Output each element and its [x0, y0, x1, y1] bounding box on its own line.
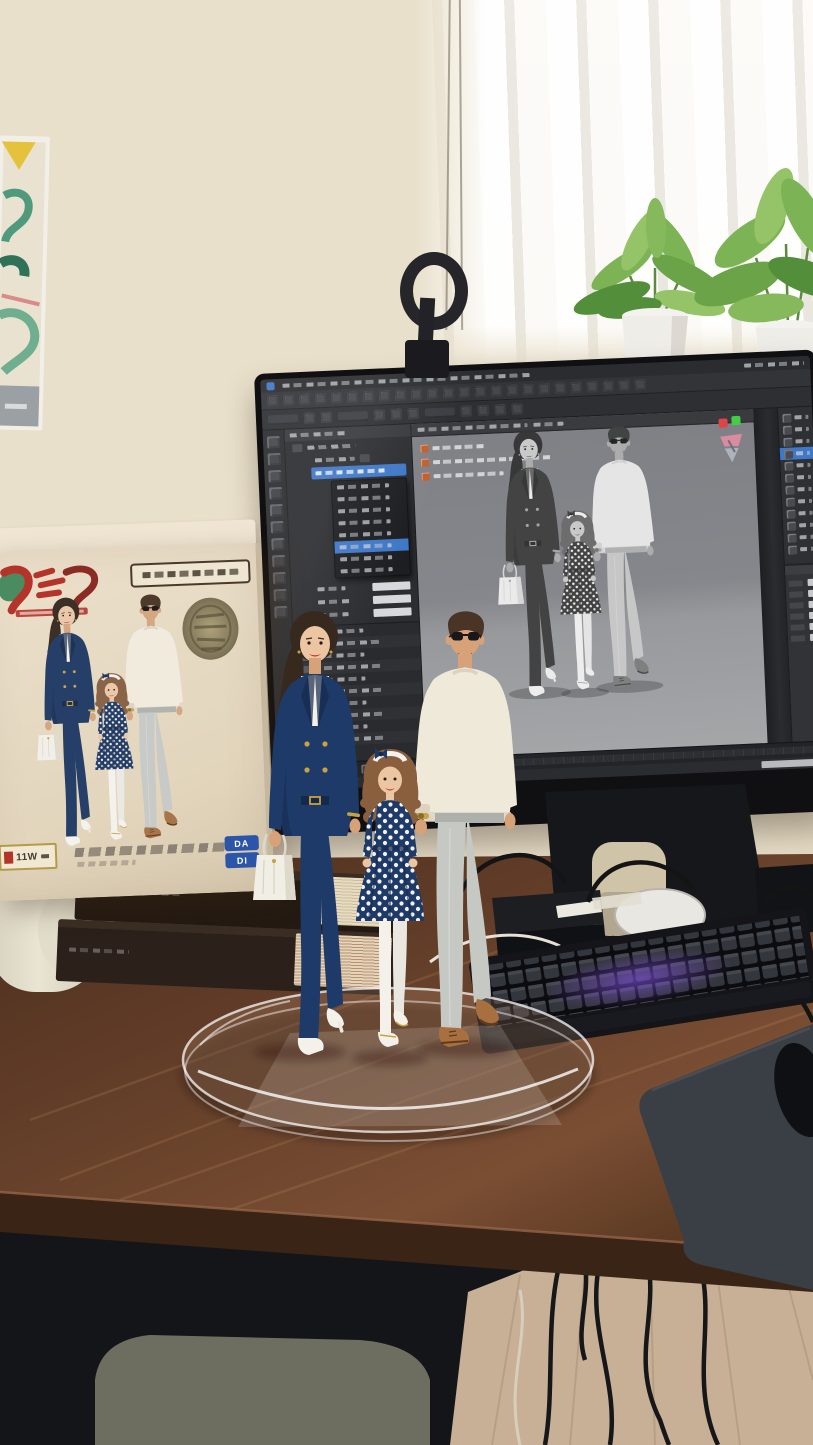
right-panel-row — [784, 543, 813, 556]
property-value — [808, 590, 813, 597]
chair — [95, 1335, 430, 1445]
panel-icon — [784, 449, 793, 458]
property-value — [807, 579, 813, 586]
toolbar-icon — [495, 404, 506, 415]
box-badge — [130, 559, 251, 588]
toolbar-icon — [363, 391, 374, 402]
monitor-hook-stem — [418, 298, 435, 345]
toolbar-icon — [427, 388, 438, 399]
toolbar-icon — [523, 384, 534, 395]
tool-options-chip — [338, 411, 368, 422]
toolbar-icon — [443, 387, 454, 398]
panel-icon — [782, 413, 791, 422]
sticker-text: 11W — [16, 851, 38, 863]
panel-icon — [785, 485, 794, 494]
tool-icon — [268, 470, 282, 483]
panel-icon — [786, 509, 795, 518]
gizmo-icon — [716, 432, 747, 467]
toolbar-icon — [331, 392, 342, 403]
axis-green-icon — [731, 416, 740, 425]
monitor-hook-base — [405, 340, 449, 378]
toolbar-icon — [512, 403, 523, 414]
toolbar-icon — [321, 412, 332, 423]
status-value — [761, 759, 813, 769]
wall-poster — [0, 135, 54, 434]
property-value — [809, 623, 813, 630]
tool-icon — [271, 538, 285, 551]
toolbar-icon — [587, 381, 598, 392]
properties-header — [785, 565, 813, 575]
tool-icon — [269, 487, 283, 500]
window-title — [744, 360, 804, 367]
photo-desk-scene: 11W DA DI — [0, 0, 813, 1445]
app-icon — [266, 382, 274, 390]
toolbar-icon — [374, 409, 385, 420]
toolbar-icon — [619, 380, 630, 391]
toolbar-icon — [555, 382, 566, 393]
toolbar-icon — [267, 395, 278, 406]
toolbar-icon — [507, 385, 518, 396]
panel-icon — [788, 545, 797, 554]
property-value — [808, 601, 813, 608]
toolbar-icon — [315, 393, 326, 404]
tool-icon — [273, 572, 287, 585]
toolbar-icon — [571, 382, 582, 393]
dropdown-item — [335, 562, 409, 577]
toolbar-icon — [283, 394, 294, 405]
panel-icon — [784, 461, 793, 470]
panel-icon — [787, 521, 796, 530]
panel-icon — [786, 497, 795, 506]
tool-icon — [270, 521, 284, 534]
panel-icon — [787, 533, 796, 542]
toolbar-icon — [461, 406, 472, 417]
toolbar-icon — [379, 390, 390, 401]
toolbar-icon — [304, 412, 315, 423]
open-dropdown-menu — [331, 477, 411, 578]
panel-icon — [783, 425, 792, 434]
right-icon-list — [778, 411, 813, 556]
toolbar-icon — [395, 389, 406, 400]
sticker-mark — [4, 851, 13, 863]
tool-icon — [267, 453, 281, 466]
box-family-artwork — [17, 585, 206, 855]
book-spine-text — [69, 947, 129, 954]
box-caption-squiggle-2 — [77, 860, 135, 867]
property-row — [788, 631, 813, 643]
tool-icon — [267, 436, 281, 449]
tool-options-chip — [425, 407, 455, 418]
tool-options-chip — [268, 414, 298, 425]
toolbar-icon — [491, 385, 502, 396]
toolbar-icon — [603, 380, 614, 391]
toolbar-icon — [478, 405, 489, 416]
axis-red-icon — [718, 418, 727, 427]
panel-icon — [783, 437, 792, 446]
toolbar-icon — [475, 386, 486, 397]
tool-icon — [272, 555, 286, 568]
toolbar-icon — [408, 408, 419, 419]
miniature-family-figures — [228, 598, 548, 1068]
tool-icon — [270, 504, 284, 517]
toolbar-icon — [411, 389, 422, 400]
toolbar-icon — [539, 383, 550, 394]
toolbar-icon — [299, 394, 310, 405]
toolbar-icon — [459, 387, 470, 398]
panel-icon — [785, 473, 794, 482]
toolbar-icon — [635, 379, 646, 390]
field-value — [372, 581, 410, 591]
property-value — [809, 612, 813, 619]
toolbar-icon — [347, 391, 358, 402]
toolbar-icon — [391, 409, 402, 420]
box-sticker: 11W — [0, 843, 58, 871]
